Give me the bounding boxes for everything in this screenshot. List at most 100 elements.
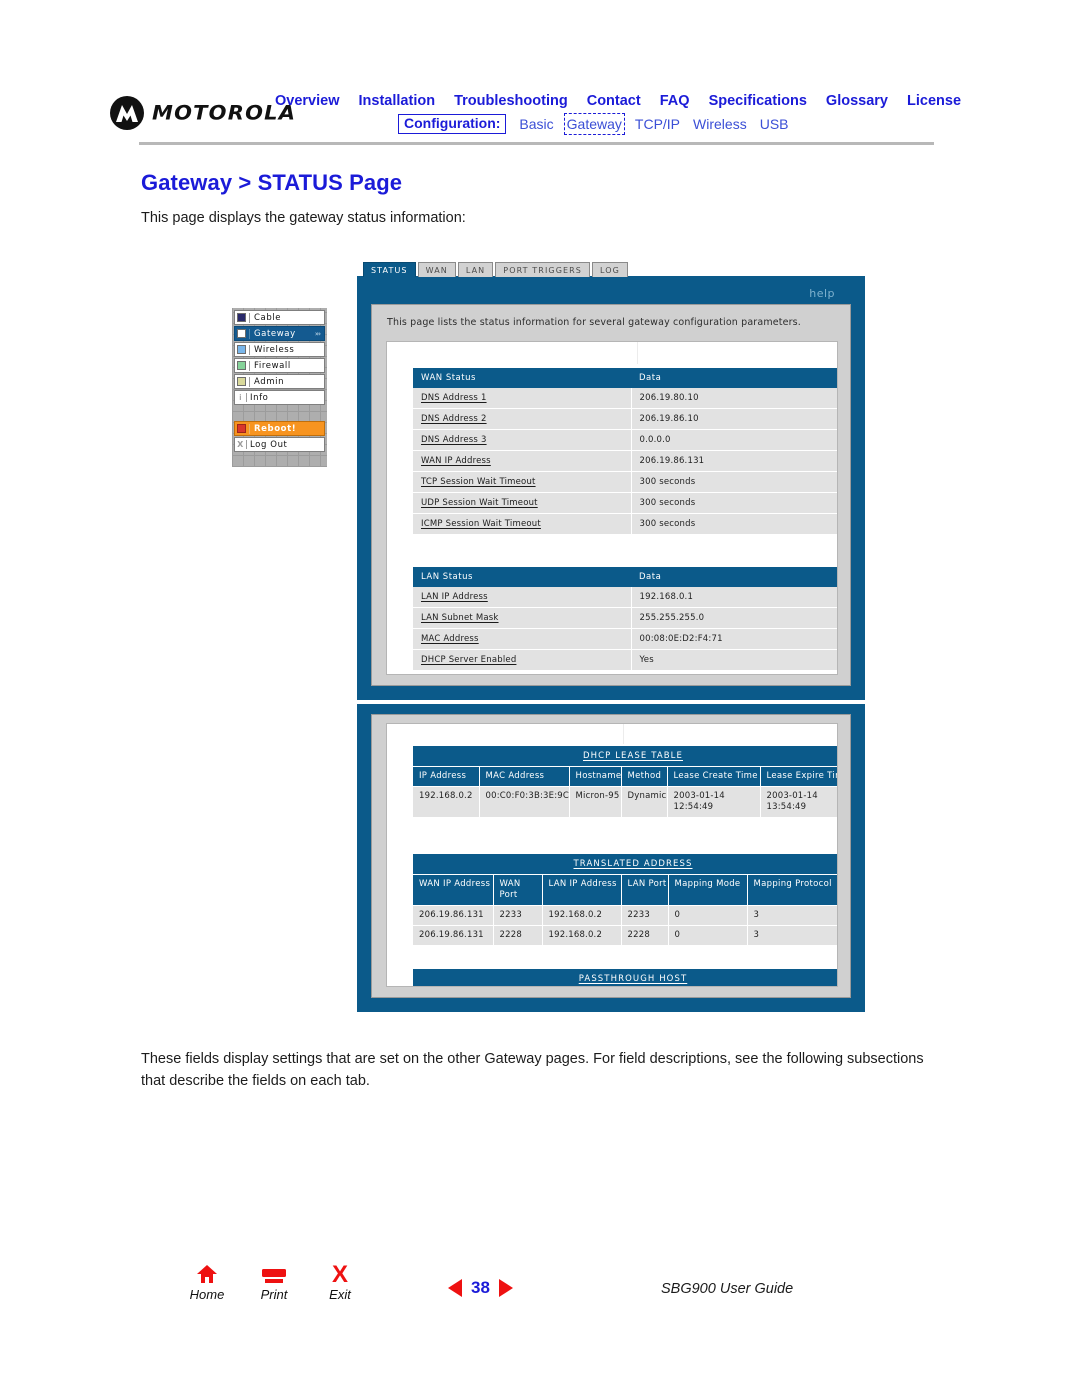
nav-config-usb[interactable]: USB	[760, 116, 789, 132]
router-sidebar: Cable Gateway »› Wireless Firewall Admin…	[232, 308, 327, 467]
cell-hostname: Micron-95	[569, 786, 622, 818]
sidebar-item-label: Admin	[249, 376, 324, 387]
tab-status[interactable]: STATUS	[363, 262, 416, 277]
nav-config-gateway[interactable]: Gateway	[563, 112, 625, 135]
tab-lan[interactable]: LAN	[457, 262, 494, 277]
lan-data-col-header: Data	[631, 567, 837, 587]
field-link[interactable]: ICMP Session Wait Timeout	[421, 519, 541, 529]
cell-lan-ip-address: 192.168.0.2	[542, 905, 622, 926]
next-page-arrow-icon[interactable]	[498, 1279, 513, 1297]
home-button[interactable]: Home	[184, 1263, 230, 1302]
exit-button[interactable]: X Exit	[317, 1263, 363, 1303]
sidebar-item-label: Info	[250, 392, 269, 403]
col-ip-address: IP Address	[413, 765, 480, 787]
cell-wan-ip-address: 206.19.86.131	[413, 905, 494, 926]
sidebar-item-cable[interactable]: Cable	[234, 310, 325, 325]
col-lan-port: LAN Port	[621, 873, 669, 906]
field-link[interactable]: DNS Address 3	[421, 435, 487, 445]
nav-config-basic[interactable]: Basic	[519, 116, 553, 132]
square-lightblue-icon	[237, 345, 246, 354]
col-lan-ip-address: LAN IP Address	[542, 873, 622, 906]
cell-mac-address: 00:C0:F0:3B:3E:9C	[479, 786, 570, 818]
field-link[interactable]: WAN IP Address	[421, 456, 491, 466]
table-row: WAN IP Address 206.19.86.131	[413, 450, 837, 472]
tab-wan[interactable]: WAN	[417, 262, 456, 277]
guide-title: SBG900 User Guide	[661, 1281, 794, 1297]
field-link[interactable]: LAN Subnet Mask	[421, 613, 499, 623]
field-value: 192.168.0.1	[631, 587, 837, 608]
field-link[interactable]: TCP Session Wait Timeout	[421, 477, 536, 487]
print-button-label: Print	[260, 1287, 288, 1302]
scan-artifact	[623, 724, 624, 744]
nav-installation[interactable]: Installation	[359, 93, 436, 109]
nav-specifications[interactable]: Specifications	[709, 93, 807, 109]
field-link[interactable]: DHCP Server Enabled	[421, 655, 516, 665]
cell-lan-ip-address: 192.168.0.2	[542, 925, 622, 946]
chevron-right-icon: »›	[314, 329, 321, 338]
sidebar-item-label: Firewall	[249, 360, 324, 371]
reboot-icon	[237, 424, 246, 433]
router-panel-top: help This page lists the status informat…	[357, 276, 865, 700]
wan-status-table: WAN Status Data DNS Address 1 206.19.80.…	[413, 368, 837, 535]
field-link[interactable]: MAC Address	[421, 634, 479, 644]
table-header-row: IP Address MAC Address Hostname Method L…	[413, 765, 837, 787]
panel-content-area: DHCP LEASE TABLE IP Address MAC Address …	[386, 723, 838, 987]
motorola-m-icon	[110, 96, 144, 130]
page-title: Gateway > STATUS Page	[141, 170, 403, 195]
help-link[interactable]: help	[809, 287, 835, 300]
sidebar-item-wireless[interactable]: Wireless	[234, 342, 325, 357]
field-link[interactable]: UDP Session Wait Timeout	[421, 498, 538, 508]
sidebar-item-admin[interactable]: Admin	[234, 374, 325, 389]
tab-log[interactable]: LOG	[592, 262, 628, 277]
nav-glossary[interactable]: Glossary	[826, 93, 888, 109]
sidebar-item-logout[interactable]: X Log Out	[234, 437, 325, 452]
nav-troubleshooting[interactable]: Troubleshooting	[454, 93, 568, 109]
nav-config-wireless[interactable]: Wireless	[693, 116, 747, 132]
dhcp-lease-table: DHCP LEASE TABLE IP Address MAC Address …	[413, 746, 837, 818]
sidebar-item-label: Cable	[249, 312, 324, 323]
cell-lan-port: 2233	[621, 905, 669, 926]
nav-faq[interactable]: FAQ	[660, 93, 690, 109]
sidebar-item-info[interactable]: i Info	[234, 390, 325, 405]
tab-port-triggers[interactable]: PORT TRIGGERS	[495, 262, 590, 277]
sidebar-item-firewall[interactable]: Firewall	[234, 358, 325, 373]
cell-mapping-protocol: 3	[747, 905, 837, 926]
field-value: 206.19.86.131	[631, 450, 837, 472]
configuration-label: Configuration:	[398, 114, 507, 134]
field-value: 206.19.80.10	[631, 388, 837, 409]
sidebar-item-label: Wireless	[249, 344, 324, 355]
col-mapping-protocol: Mapping Protocol	[747, 873, 837, 906]
sidebar-item-reboot[interactable]: Reboot!	[234, 421, 325, 436]
field-value: Yes	[631, 649, 837, 671]
sidebar-item-label: Log Out	[250, 439, 288, 450]
cell-mapping-mode: 0	[668, 925, 748, 946]
previous-page-arrow-icon[interactable]	[448, 1279, 462, 1297]
wan-data-col-header: Data	[631, 368, 837, 388]
field-link[interactable]: DNS Address 2	[421, 414, 487, 424]
exit-button-label: Exit	[329, 1287, 351, 1302]
nav-overview[interactable]: Overview	[275, 93, 340, 109]
lan-status-table: LAN Status Data LAN IP Address 192.168.0…	[413, 567, 837, 671]
passthrough-host-caption[interactable]: PASSTHROUGH HOST	[579, 974, 688, 984]
sidebar-item-label: Reboot!	[249, 423, 324, 434]
router-tabstrip: STATUS WAN LAN PORT TRIGGERS LOG	[363, 262, 630, 277]
field-link[interactable]: LAN IP Address	[421, 592, 488, 602]
page-navigation: 38	[448, 1278, 513, 1298]
panel-gray-surface: DHCP LEASE TABLE IP Address MAC Address …	[371, 714, 851, 998]
table-row: DNS Address 3 0.0.0.0	[413, 429, 837, 451]
nav-contact[interactable]: Contact	[587, 93, 641, 109]
cell-ip-address: 192.168.0.2	[413, 786, 480, 818]
table-header-row: WAN Status Data	[413, 368, 837, 388]
nav-config-tcpip[interactable]: TCP/IP	[635, 116, 680, 132]
translated-address-table: TRANSLATED ADDRESS WAN IP Address WAN Po…	[413, 854, 837, 946]
nav-license[interactable]: License	[907, 93, 961, 109]
col-lease-create-time: Lease Create Time	[667, 765, 761, 787]
square-white-icon	[237, 329, 246, 338]
field-value: 300 seconds	[631, 492, 837, 514]
print-button[interactable]: Print	[251, 1263, 297, 1302]
field-link[interactable]: DNS Address 1	[421, 393, 487, 403]
sidebar-item-gateway[interactable]: Gateway »›	[234, 326, 325, 341]
panel-content-area: WAN Status Data DNS Address 1 206.19.80.…	[386, 341, 838, 675]
col-lease-expire-time: Lease Expire Time	[760, 765, 837, 787]
square-green-icon	[237, 361, 246, 370]
